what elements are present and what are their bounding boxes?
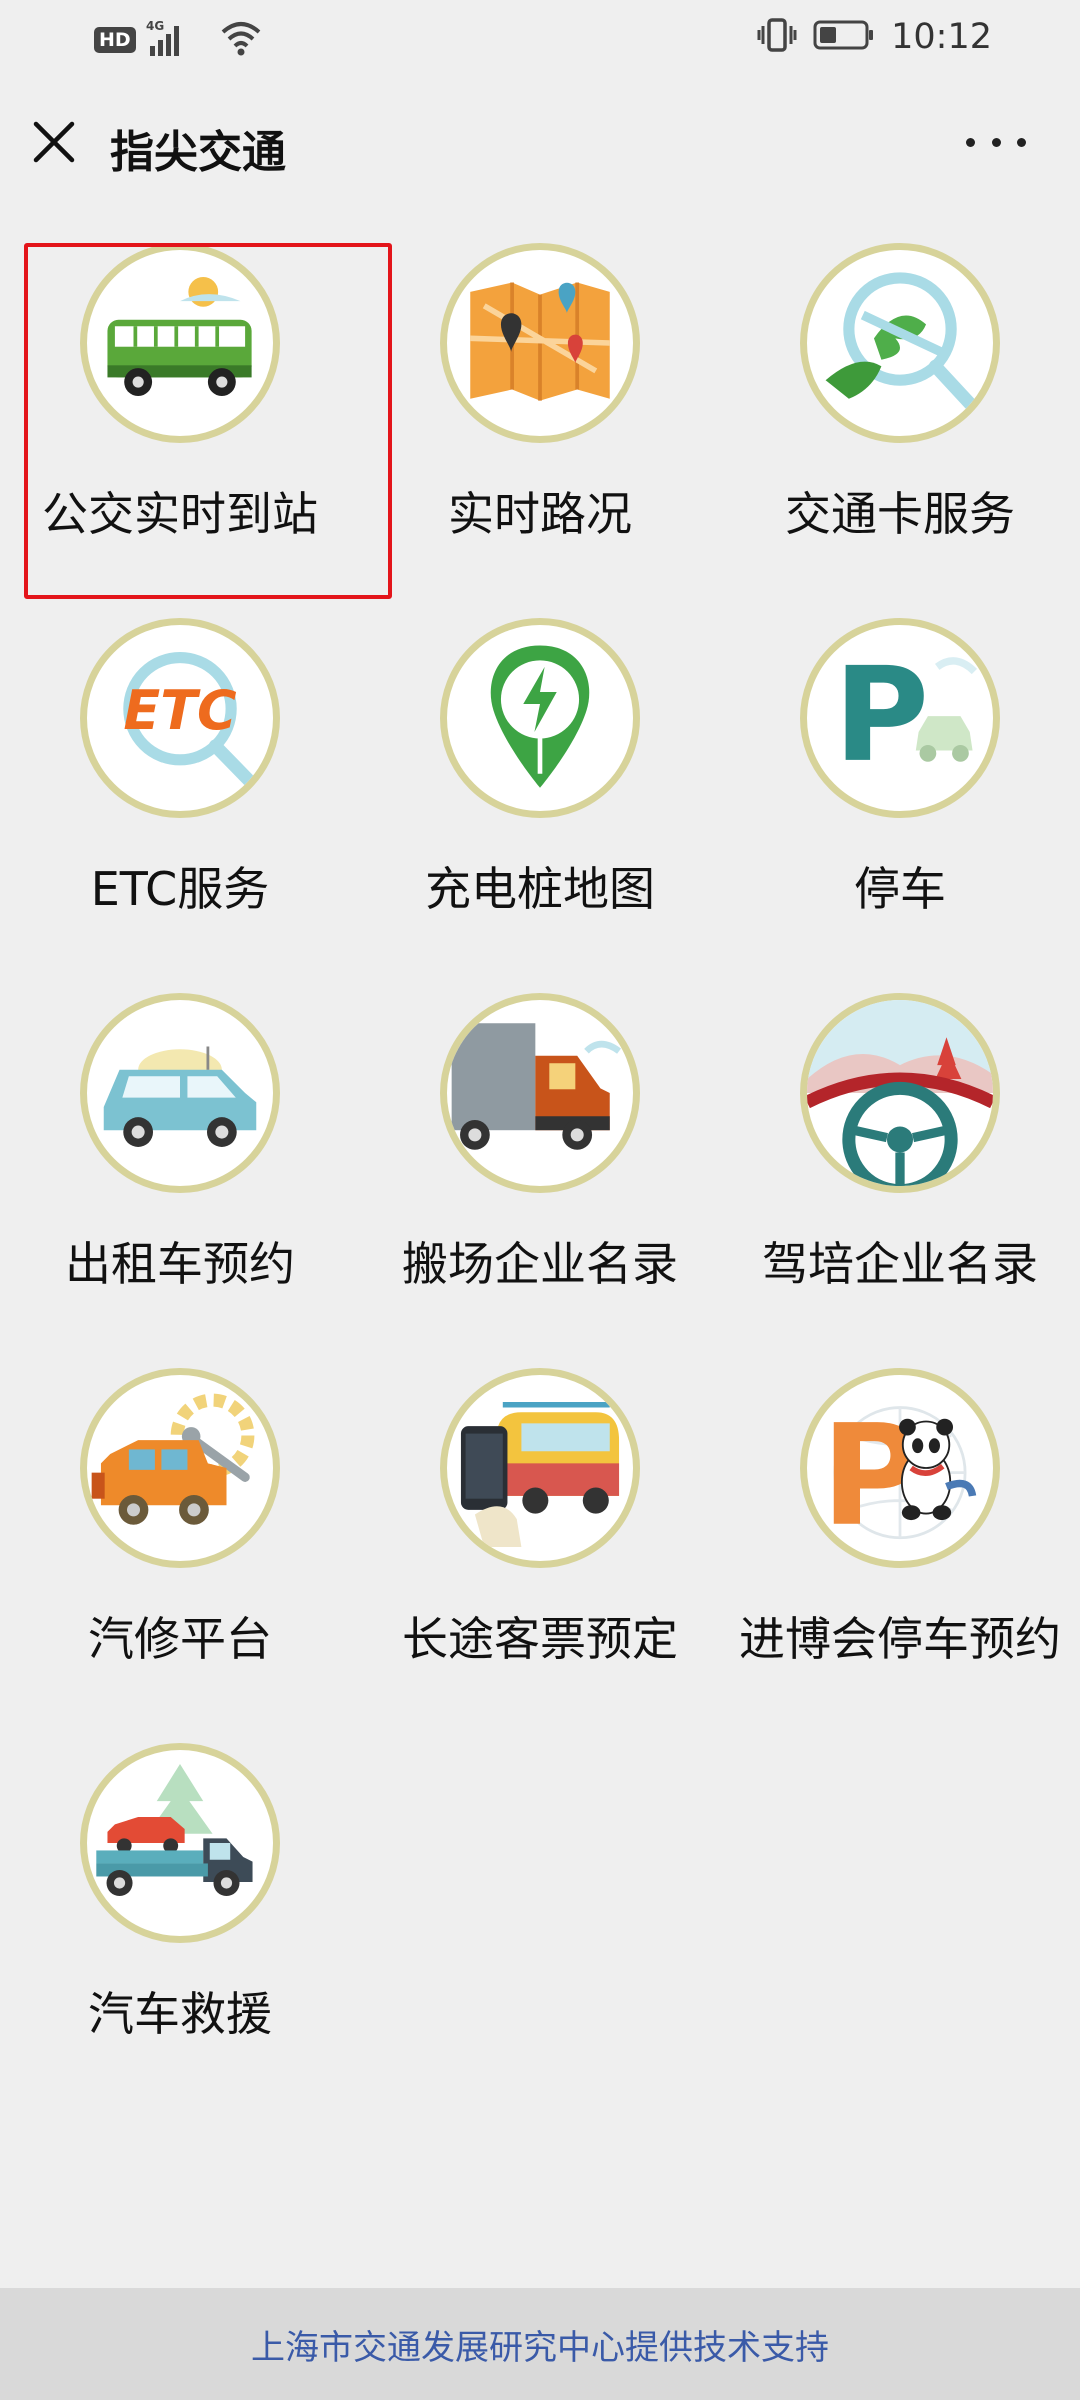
clock-time: 10:12 <box>891 17 992 57</box>
battery-icon <box>813 19 875 55</box>
service-label: 公交实时到站 <box>42 487 318 541</box>
more-button[interactable] <box>966 118 1026 166</box>
service-etc[interactable]: ETC ETC服务 <box>0 605 360 980</box>
service-label: 搬场企业名录 <box>402 1237 678 1291</box>
service-label: 出租车预约 <box>65 1237 295 1291</box>
coach-ticket-icon <box>440 1368 640 1568</box>
moving-truck-icon <box>440 993 640 1193</box>
service-traffic-conditions[interactable]: 实时路况 <box>360 230 720 605</box>
service-driving-schools[interactable]: 驾培企业名录 <box>720 980 1080 1355</box>
service-car-repair[interactable]: 汽修平台 <box>0 1355 360 1730</box>
service-transit-card[interactable]: 交通卡服务 <box>720 230 1080 605</box>
service-label: 长途客票预定 <box>402 1612 678 1666</box>
service-label: 驾培企业名录 <box>762 1237 1038 1291</box>
wifi-icon <box>220 20 262 60</box>
hd-badge: HD <box>94 27 136 53</box>
service-label: 充电桩地图 <box>425 862 655 916</box>
service-roadside-rescue[interactable]: 汽车救援 <box>0 1730 360 2105</box>
car-repair-icon <box>80 1368 280 1568</box>
service-label: 汽修平台 <box>88 1612 272 1666</box>
close-button[interactable] <box>26 114 82 170</box>
service-label: 实时路况 <box>448 487 632 541</box>
service-expo-parking[interactable]: P 进博会停车预约 <box>720 1355 1080 1730</box>
parking-icon: P <box>800 618 1000 818</box>
vibrate-icon <box>757 16 797 58</box>
svg-text:ETC: ETC <box>123 679 237 742</box>
service-label: 交通卡服务 <box>785 487 1015 541</box>
more-dot <box>1017 137 1026 147</box>
svg-text:P: P <box>834 639 929 791</box>
etc-icon: ETC <box>80 618 280 818</box>
service-label: 进博会停车预约 <box>739 1612 1061 1666</box>
service-label: 停车 <box>854 862 946 916</box>
charging-pile-icon <box>440 618 640 818</box>
tow-truck-icon <box>80 1743 280 1943</box>
steering-wheel-icon <box>800 993 1000 1193</box>
expo-parking-icon: P <box>800 1368 1000 1568</box>
transit-card-icon <box>800 243 1000 443</box>
bus-icon <box>80 243 280 443</box>
more-dot <box>991 137 1001 147</box>
service-label: ETC服务 <box>90 862 270 916</box>
service-label: 汽车救援 <box>88 1987 272 2041</box>
map-icon <box>440 243 640 443</box>
service-coach-tickets[interactable]: 长途客票预定 <box>360 1355 720 1730</box>
page-title: 指尖交通 <box>110 127 286 178</box>
close-icon <box>33 121 75 163</box>
status-right: 10:12 <box>757 16 992 58</box>
service-charging-map[interactable]: 充电桩地图 <box>360 605 720 980</box>
more-dot <box>966 137 975 147</box>
footer: 上海市交通发展研究中心提供技术支持 <box>0 2288 1080 2400</box>
service-parking[interactable]: P 停车 <box>720 605 1080 980</box>
service-moving-companies[interactable]: 搬场企业名录 <box>360 980 720 1355</box>
service-taxi-booking[interactable]: 出租车预约 <box>0 980 360 1355</box>
status-left: HD 4G <box>94 18 262 62</box>
footer-credit: 上海市交通发展研究中心提供技术支持 <box>251 2327 829 2368</box>
status-bar: HD 4G 10:12 <box>0 0 1080 78</box>
signal-icon: 4G <box>146 18 210 62</box>
taxi-icon <box>80 993 280 1193</box>
network-type-text: 4G <box>146 19 164 33</box>
title-bar: 指尖交通 <box>0 78 1080 210</box>
service-bus-arrival[interactable]: 公交实时到站 <box>0 230 360 605</box>
